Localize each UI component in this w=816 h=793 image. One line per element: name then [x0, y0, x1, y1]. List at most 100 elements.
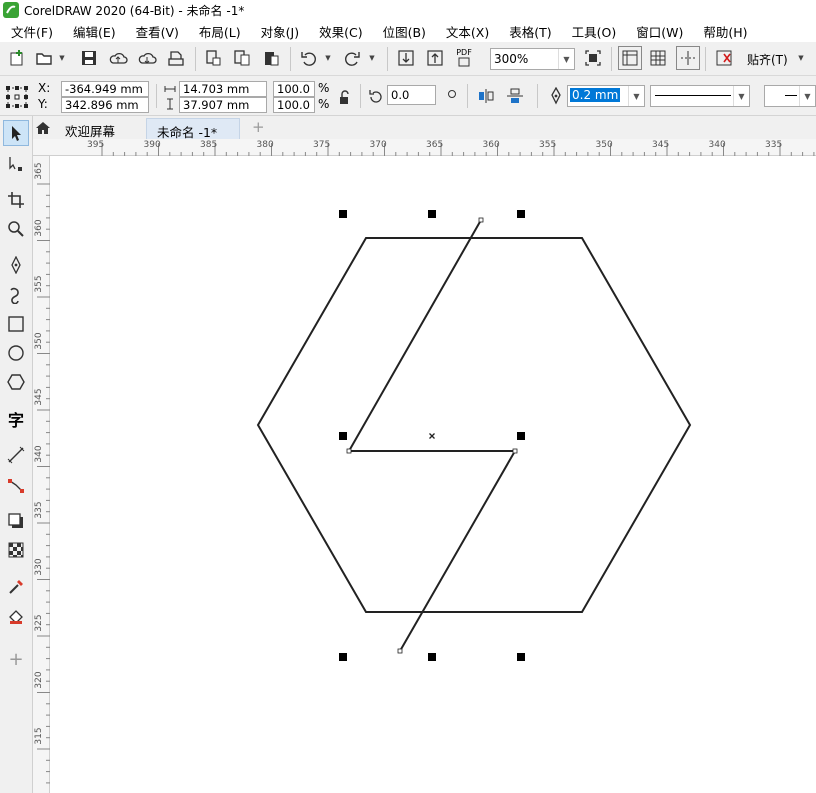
- home-icon[interactable]: [33, 118, 55, 139]
- interactive-fill-tool-icon[interactable]: [3, 604, 29, 630]
- menu-text[interactable]: 文本(X): [435, 22, 498, 41]
- selection-handle-middle-right[interactable]: [517, 432, 525, 440]
- selection-handle-top-left[interactable]: [339, 210, 347, 218]
- y-position-field[interactable]: 342.896 mm: [61, 97, 149, 113]
- chevron-down-icon[interactable]: ▼: [628, 86, 644, 106]
- outline-width-value[interactable]: 0.2 mm: [570, 88, 621, 102]
- selection-handle-bottom-right[interactable]: [517, 653, 525, 661]
- save-icon[interactable]: [78, 47, 100, 69]
- ellipse-tool-icon[interactable]: [3, 340, 29, 366]
- selection-handle-top-right[interactable]: [517, 210, 525, 218]
- add-tool-icon[interactable]: +: [3, 646, 29, 672]
- selection-handle-middle-left[interactable]: [339, 432, 347, 440]
- parallel-dimension-tool-icon[interactable]: [3, 442, 29, 468]
- export-arrow-icon[interactable]: [424, 47, 446, 69]
- menu-file[interactable]: 文件(F): [0, 22, 62, 41]
- freehand-tool-icon[interactable]: [3, 252, 29, 278]
- drawing-canvas[interactable]: [50, 156, 816, 793]
- undo-icon[interactable]: [298, 47, 320, 69]
- snap-dropdown-arrow[interactable]: ▼: [797, 47, 805, 69]
- x-position-field[interactable]: -364.949 mm: [61, 81, 149, 97]
- connector-tool-icon[interactable]: [3, 472, 29, 498]
- height-field[interactable]: 37.907 mm: [179, 97, 267, 113]
- hexagon-shape[interactable]: [256, 237, 692, 613]
- cloud-download-icon[interactable]: [136, 47, 158, 69]
- selection-handle-bottom-center[interactable]: [428, 653, 436, 661]
- window-title: CorelDRAW 2020 (64-Bit) - 未命名 -1*: [24, 3, 245, 18]
- import-icon[interactable]: [202, 47, 224, 69]
- zoom-tool-icon[interactable]: [3, 216, 29, 242]
- lock-ratio-icon[interactable]: [333, 86, 355, 108]
- scale-height-field[interactable]: 100.0: [273, 97, 315, 113]
- menu-table[interactable]: 表格(T): [498, 22, 560, 41]
- redo-icon[interactable]: [341, 47, 363, 69]
- ruler-tick-label: 335: [765, 140, 783, 150]
- selection-handle-bottom-left[interactable]: [339, 653, 347, 661]
- show-rulers-icon[interactable]: [618, 46, 642, 70]
- menu-window[interactable]: 窗口(W): [625, 22, 692, 41]
- width-icon: [164, 83, 176, 93]
- chevron-down-icon[interactable]: ▼: [799, 86, 815, 106]
- line-style-combo[interactable]: ▼: [650, 85, 750, 107]
- ruler-tick-label: 360: [482, 140, 500, 150]
- menu-effects[interactable]: 效果(C): [308, 22, 371, 41]
- eyedropper-tool-icon[interactable]: [3, 574, 29, 600]
- polygon-tool-icon[interactable]: [3, 369, 29, 395]
- ruler-tick-label: 370: [369, 140, 387, 150]
- open-folder-icon[interactable]: [33, 47, 55, 69]
- arrowhead-combo[interactable]: ▼: [764, 85, 816, 107]
- print-icon[interactable]: [165, 47, 187, 69]
- menu-bitmaps[interactable]: 位图(B): [372, 22, 435, 41]
- menu-edit[interactable]: 编辑(E): [62, 22, 125, 41]
- transparency-tool-icon[interactable]: [3, 537, 29, 563]
- node-handle[interactable]: [512, 448, 518, 454]
- chevron-down-icon[interactable]: ▼: [558, 49, 574, 69]
- menu-help[interactable]: 帮助(H): [692, 22, 756, 41]
- scale-width-field[interactable]: 100.0: [273, 81, 315, 97]
- new-document-icon[interactable]: [6, 47, 28, 69]
- full-screen-icon[interactable]: [582, 47, 604, 69]
- selection-handle-top-center[interactable]: [428, 210, 436, 218]
- pick-tool-icon[interactable]: [3, 120, 29, 146]
- mirror-horizontal-icon[interactable]: [475, 85, 497, 107]
- rectangle-tool-icon[interactable]: [3, 311, 29, 337]
- node-handle[interactable]: [346, 448, 352, 454]
- percent-label: %: [318, 97, 330, 111]
- reference-point-icon[interactable]: [4, 84, 30, 110]
- export-icon[interactable]: [231, 47, 253, 69]
- redo-dropdown-arrow[interactable]: ▼: [368, 47, 376, 69]
- publish-pdf-icon[interactable]: PDF: [453, 47, 475, 69]
- menu-tools[interactable]: 工具(O): [561, 22, 626, 41]
- text-tool-icon[interactable]: 字: [3, 406, 29, 432]
- rotation-angle-field[interactable]: 0.0: [387, 85, 436, 105]
- tab-welcome-screen[interactable]: 欢迎屏幕: [55, 118, 125, 139]
- menu-object[interactable]: 对象(J): [250, 22, 308, 41]
- drop-shadow-tool-icon[interactable]: [3, 508, 29, 534]
- show-guidelines-icon[interactable]: [676, 46, 700, 70]
- import-arrow-icon[interactable]: [395, 47, 417, 69]
- horizontal-ruler[interactable]: 395 390 385 380 375 370 365 360 355 350 345 340 335: [33, 139, 816, 156]
- outline-width-combo[interactable]: 0.2 mm ▼: [567, 85, 645, 107]
- artistic-media-tool-icon[interactable]: [3, 282, 29, 308]
- clipboard-icon[interactable]: [260, 47, 282, 69]
- show-grid-icon[interactable]: [647, 47, 669, 69]
- mirror-vertical-icon[interactable]: [504, 85, 526, 107]
- cloud-upload-icon[interactable]: [107, 47, 129, 69]
- width-field[interactable]: 14.703 mm: [179, 81, 267, 97]
- crop-tool-icon[interactable]: [3, 187, 29, 213]
- menu-layout[interactable]: 布局(L): [188, 22, 250, 41]
- chevron-down-icon[interactable]: ▼: [733, 86, 749, 106]
- snap-off-icon[interactable]: [713, 47, 735, 69]
- node-handle[interactable]: [397, 648, 403, 654]
- selection-center-marker[interactable]: [429, 433, 435, 439]
- tab-document[interactable]: 未命名 -1*: [146, 118, 240, 140]
- shape-tool-icon[interactable]: [3, 151, 29, 177]
- vertical-ruler[interactable]: 365 360 355 350 345 340 335 330 325 320 315: [33, 156, 50, 793]
- node-handle[interactable]: [478, 217, 484, 223]
- open-dropdown-arrow[interactable]: ▼: [58, 47, 66, 69]
- zoom-level-combo[interactable]: 300% ▼: [490, 48, 575, 70]
- undo-dropdown-arrow[interactable]: ▼: [324, 47, 332, 69]
- add-tab-button[interactable]: +: [242, 118, 275, 139]
- snap-to-menu[interactable]: 贴齐(T): [747, 51, 788, 68]
- menu-view[interactable]: 查看(V): [125, 22, 188, 41]
